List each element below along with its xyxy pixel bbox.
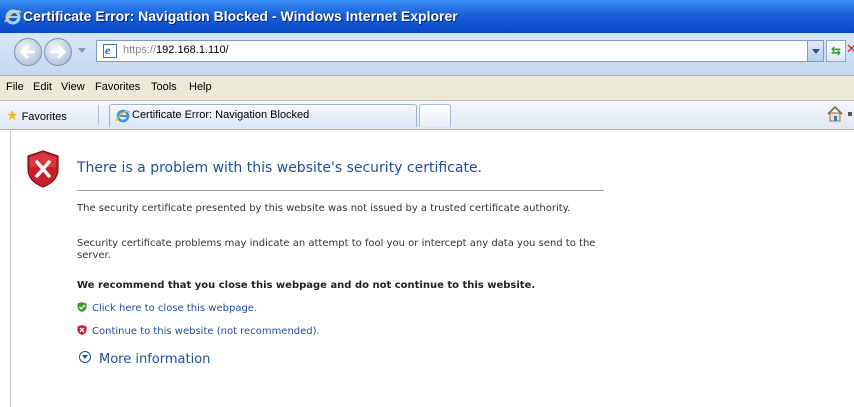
url-protocol: https:// xyxy=(123,44,157,56)
red-shield-icon xyxy=(77,325,87,335)
error-shield-icon xyxy=(27,150,59,188)
url-text[interactable]: https://192.168.1.110/ xyxy=(123,44,229,56)
window-title-bar[interactable]: Certificate Error: Navigation Blocked - … xyxy=(0,0,854,33)
menu-tools[interactable]: Tools xyxy=(151,81,177,93)
ie-tab-icon xyxy=(115,109,131,123)
menu-edit[interactable]: Edit xyxy=(33,81,52,93)
more-information-label: More information xyxy=(99,352,211,367)
page-content: There is a problem with this website's s… xyxy=(10,130,854,407)
address-dropdown-button[interactable] xyxy=(807,40,824,62)
new-tab-button[interactable] xyxy=(419,104,451,127)
url-host: 192.168.1.110/ xyxy=(156,44,229,56)
window-title: Certificate Error: Navigation Blocked - … xyxy=(23,8,458,24)
ie-logo-icon xyxy=(4,9,22,25)
favorites-tab-bar: ★ Favorites Certificate Error: Navigation… xyxy=(0,101,854,130)
back-arrow-icon xyxy=(20,45,35,59)
home-dropdown-icon[interactable] xyxy=(848,112,852,116)
more-information-toggle[interactable]: More information xyxy=(79,351,210,367)
refresh-button[interactable]: ⇆ xyxy=(826,40,846,62)
navigation-bar: e https://192.168.1.110/ ⇆ ✕ xyxy=(0,33,854,76)
continue-website-link[interactable]: Continue to this website (not recommende… xyxy=(77,325,320,337)
tab-separator xyxy=(98,105,99,125)
back-button[interactable] xyxy=(14,38,42,66)
favorites-button[interactable]: ★ Favorites xyxy=(6,107,67,124)
address-bar[interactable]: e https://192.168.1.110/ xyxy=(96,40,824,62)
forward-button[interactable] xyxy=(44,38,72,66)
menu-view[interactable]: View xyxy=(61,81,85,93)
forward-arrow-icon xyxy=(51,45,66,59)
green-shield-icon xyxy=(77,302,87,312)
continue-website-label: Continue to this website (not recommende… xyxy=(92,326,320,337)
tab-certificate-error[interactable]: Certificate Error: Navigation Blocked xyxy=(109,104,417,127)
close-webpage-link[interactable]: Click here to close this webpage. xyxy=(77,302,257,314)
menu-file[interactable]: File xyxy=(6,81,24,93)
tab-label: Certificate Error: Navigation Blocked xyxy=(132,109,310,121)
expand-chevron-icon xyxy=(79,351,91,363)
explanation-text: The security certificate presented by th… xyxy=(77,203,571,214)
favorites-label: Favorites xyxy=(21,111,67,123)
page-icon: e xyxy=(103,43,117,58)
recent-pages-dropdown[interactable] xyxy=(78,48,86,53)
menu-bar: File Edit View Favorites Tools Help xyxy=(0,76,854,101)
menu-help[interactable]: Help xyxy=(189,81,212,93)
heading-divider xyxy=(77,190,604,191)
recommendation-text: We recommend that you close this webpage… xyxy=(77,280,536,291)
warning-text: Security certificate problems may indica… xyxy=(77,238,596,261)
favorites-star-icon: ★ xyxy=(6,107,19,123)
menu-favorites[interactable]: Favorites xyxy=(95,81,140,93)
page-heading: There is a problem with this website's s… xyxy=(77,160,483,176)
home-icon[interactable] xyxy=(826,105,844,123)
stop-button[interactable]: ✕ xyxy=(846,40,854,62)
close-webpage-label: Click here to close this webpage. xyxy=(92,303,258,314)
